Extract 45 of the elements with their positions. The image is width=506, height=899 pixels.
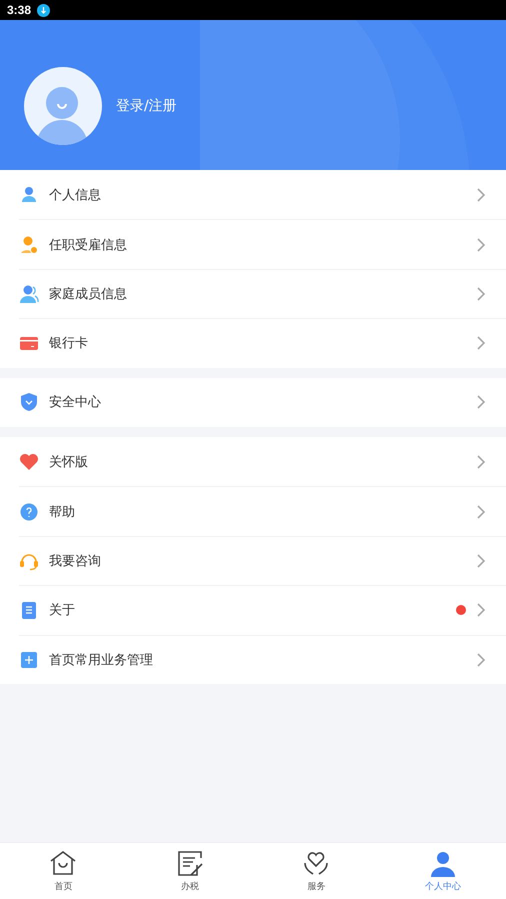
menu-item[interactable]: 关于 bbox=[19, 585, 506, 635]
menu-item[interactable]: 安全中心 bbox=[19, 378, 506, 427]
avatar-icon bbox=[24, 67, 102, 145]
tab[interactable]: 办税 bbox=[126, 843, 253, 899]
menu-item[interactable]: 家庭成员信息 bbox=[19, 268, 506, 318]
menu-item[interactable]: 首页常用业务管理 bbox=[19, 634, 506, 684]
menu-item[interactable]: 个人信息 bbox=[19, 170, 506, 220]
menu-label: 银行卡 bbox=[49, 335, 89, 352]
menu-label: 安全中心 bbox=[49, 394, 102, 412]
people-icon bbox=[19, 284, 39, 304]
chevron-icon bbox=[476, 454, 486, 469]
menu-item[interactable]: 我要咨询 bbox=[19, 536, 506, 586]
tab[interactable]: 首页 bbox=[0, 843, 126, 899]
chevron-icon bbox=[476, 554, 486, 568]
menu-item[interactable]: 任职受雇信息 bbox=[19, 219, 506, 269]
plus-square-icon bbox=[19, 650, 39, 670]
menu-label: 关于 bbox=[49, 602, 76, 620]
menu-item[interactable]: 帮助 bbox=[19, 486, 506, 536]
menu-label: 我要咨询 bbox=[49, 552, 102, 570]
chevron-icon bbox=[476, 188, 486, 202]
chevron-icon bbox=[476, 652, 486, 667]
menu-label: 任职受雇信息 bbox=[49, 236, 128, 254]
chevron-icon bbox=[476, 603, 486, 618]
menu-label: 家庭成员信息 bbox=[49, 286, 128, 303]
menu-label: 个人信息 bbox=[49, 186, 102, 204]
menu-item[interactable]: 关怀版 bbox=[19, 436, 506, 486]
question-icon bbox=[19, 502, 39, 522]
heart-icon bbox=[19, 452, 39, 472]
person-badge-icon bbox=[19, 234, 39, 255]
chevron-icon bbox=[476, 336, 486, 350]
notification-icon bbox=[37, 4, 50, 16]
chevron-icon bbox=[476, 395, 486, 410]
chevron-icon bbox=[476, 286, 486, 301]
person-icon bbox=[19, 184, 39, 205]
document-icon bbox=[19, 600, 39, 620]
menu-label: 首页常用业务管理 bbox=[49, 652, 154, 669]
menu-label: 帮助 bbox=[49, 504, 76, 521]
chevron-icon bbox=[476, 238, 486, 252]
shield-icon bbox=[19, 392, 39, 412]
menu-label: 关怀版 bbox=[49, 454, 89, 471]
chevron-icon bbox=[476, 504, 486, 519]
menu-item[interactable]: 银行卡 bbox=[19, 318, 506, 368]
status-time: 3:38 bbox=[7, 3, 32, 17]
tab[interactable]: 服务 bbox=[253, 843, 380, 899]
tab[interactable]: 个人中心 bbox=[380, 843, 506, 899]
